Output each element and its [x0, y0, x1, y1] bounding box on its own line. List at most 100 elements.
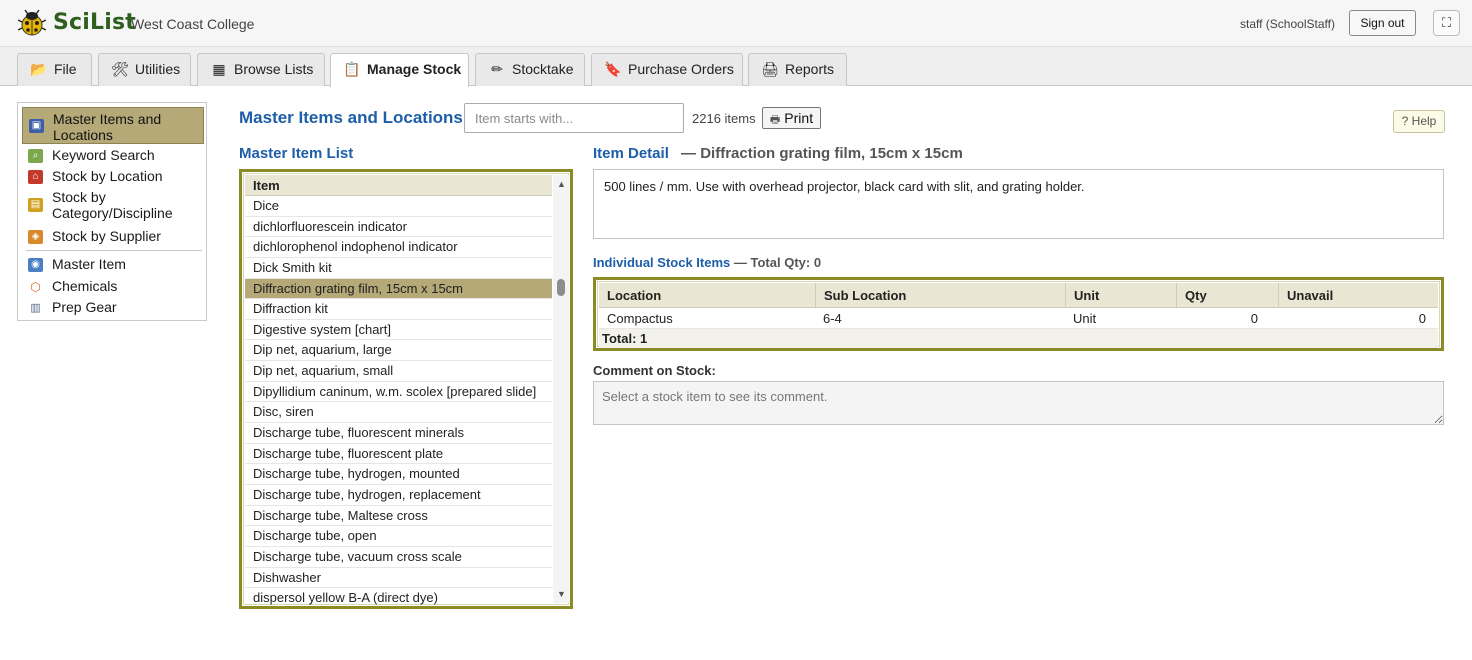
list-item[interactable]: Diffraction grating film, 15cm x 15cm	[245, 278, 552, 300]
stock-items-label[interactable]: Individual Stock Items	[593, 255, 730, 270]
printer-icon: 🖨	[761, 61, 779, 77]
sidebar-item-chemicals[interactable]: ⬡ Chemicals	[22, 277, 204, 295]
tab-label: Browse Lists	[234, 61, 314, 77]
order-icon: 🔖	[604, 61, 622, 77]
item-description: 500 lines / mm. Use with overhead projec…	[593, 169, 1444, 239]
sidebar-item-stock-by-supplier[interactable]: ◈ Stock by Supplier	[22, 227, 204, 245]
cell-unit: Unit	[1073, 311, 1097, 326]
list-item[interactable]: Discharge tube, fluorescent plate	[245, 444, 552, 465]
list-item[interactable]: Disc, siren	[245, 402, 552, 424]
list-item[interactable]: Digestive system [chart]	[245, 320, 552, 341]
sidebar-item-stock-by-category[interactable]: ▤ Stock by Category/Discipline	[22, 188, 204, 224]
column-header-location[interactable]: Location	[599, 283, 815, 308]
list-item[interactable]: dichlorophenol indophenol indicator	[245, 237, 552, 258]
stock-comment-field[interactable]	[593, 381, 1444, 425]
column-header-sub-location[interactable]: Sub Location	[815, 283, 1065, 308]
tab-label: Manage Stock	[367, 61, 462, 77]
tab-file[interactable]: 📂 File	[17, 53, 92, 86]
list-item[interactable]: dispersol yellow B-A (direct dye)	[245, 588, 552, 606]
tab-label: Purchase Orders	[628, 61, 734, 77]
ladybug-logo-icon	[18, 9, 46, 36]
stock-items-table: Location Sub Location Unit Qty Unavail C…	[593, 277, 1444, 351]
category-icon: ▤	[28, 198, 43, 212]
item-detail-heading: Item Detail — Diffraction grating film, …	[593, 145, 963, 162]
list-scrollbar[interactable]: ▲ ▼	[553, 175, 570, 603]
comment-label: Comment on Stock:	[593, 363, 716, 378]
app-name: SciList	[53, 10, 136, 35]
scroll-thumb[interactable]	[557, 279, 565, 296]
tab-purchase-orders[interactable]: 🔖 Purchase Orders	[591, 53, 743, 86]
prep-gear-icon: ▥	[28, 301, 43, 315]
cell-location: Compactus	[607, 311, 673, 326]
list-item[interactable]: Discharge tube, fluorescent minerals	[245, 423, 552, 444]
list-item[interactable]: Discharge tube, hydrogen, replacement	[245, 485, 552, 506]
school-name: West Coast College	[131, 16, 255, 32]
list-item[interactable]: Discharge tube, vacuum cross scale	[245, 547, 552, 568]
tab-label: Stocktake	[512, 61, 574, 77]
main-tabbar: 📂 File 🛠 Utilities ▦ Browse Lists 📋 Manage S…	[0, 47, 1472, 87]
fullscreen-icon[interactable]: ⛶	[1433, 10, 1460, 36]
tab-reports[interactable]: 🖨 Reports	[748, 53, 847, 86]
list-item[interactable]: Dipyllidium caninum, w.m. scolex [prepar…	[245, 382, 552, 403]
list-item[interactable]: Diffraction kit	[245, 299, 552, 320]
clipboard-icon: 📋	[343, 61, 361, 77]
tab-manage-stock[interactable]: 📋 Manage Stock	[330, 53, 469, 87]
sidebar-item-stock-by-location[interactable]: ⌂ Stock by Location	[22, 167, 204, 185]
tab-label: Utilities	[135, 61, 181, 77]
list-item[interactable]: Discharge tube, hydrogen, mounted	[245, 464, 552, 485]
sidebar-item-label: Stock by Location	[52, 168, 163, 184]
cell-unavail: 0	[1418, 311, 1426, 326]
stock-items-heading: Individual Stock Items — Total Qty: 0	[593, 255, 821, 270]
location-icon: ⌂	[28, 170, 43, 184]
print-button[interactable]: 🖶 Print	[762, 107, 821, 129]
list-item[interactable]: Dishwasher	[245, 568, 552, 589]
tab-utilities[interactable]: 🛠 Utilities	[98, 53, 191, 86]
sidebar-item-label: Stock by Category/Discipline	[52, 189, 173, 221]
chemicals-icon: ⬡	[28, 280, 43, 294]
master-list-heading: Master Item List	[239, 145, 354, 162]
tab-label: File	[54, 61, 77, 77]
print-label: Print	[784, 110, 814, 126]
stock-table-footer: Total: 1	[599, 329, 1438, 348]
cell-sub-location: 6-4	[823, 311, 842, 326]
item-detail-label: Item Detail	[593, 145, 669, 162]
list-column-header-item[interactable]: Item	[245, 175, 552, 196]
page-title: Master Items and Locations	[239, 108, 463, 127]
column-header-unavail[interactable]: Unavail	[1278, 283, 1438, 308]
folder-icon: 📂	[30, 61, 48, 77]
supplier-icon: ◈	[28, 230, 43, 244]
sidebar-item-keyword-search[interactable]: ⌕ Keyword Search	[22, 146, 204, 164]
scroll-down-arrow-icon[interactable]: ▼	[553, 586, 570, 602]
table-row[interactable]: Compactus 6-4 Unit 0 0	[599, 308, 1438, 329]
help-button[interactable]: ? Help	[1393, 110, 1445, 133]
list-item[interactable]: Discharge tube, Maltese cross	[245, 506, 552, 527]
scroll-up-arrow-icon[interactable]: ▲	[553, 176, 570, 192]
sign-out-button[interactable]: Sign out	[1349, 10, 1416, 36]
map-icon: ▣	[29, 119, 44, 133]
list-item[interactable]: Dip net, aquarium, large	[245, 340, 552, 362]
sidebar-divider	[26, 250, 202, 251]
item-detail-name: Diffraction grating film, 15cm x 15cm	[700, 145, 963, 162]
sidebar-item-label: Master Items and Locations	[53, 111, 162, 143]
sidebar-item-label: Stock by Supplier	[52, 228, 161, 244]
list-rows: Dice dichlorfluorescein indicator dichloro…	[245, 196, 552, 606]
sidebar-item-prep-gear[interactable]: ▥ Prep Gear	[22, 298, 204, 316]
item-search-input[interactable]	[464, 103, 684, 133]
sidebar-item-label: Prep Gear	[52, 299, 117, 315]
list-item[interactable]: Dick Smith kit	[245, 258, 552, 279]
sidebar-item-label: Master Item	[52, 256, 126, 272]
column-header-qty[interactable]: Qty	[1176, 283, 1278, 308]
table-icon: ▦	[212, 61, 226, 77]
list-item[interactable]: Discharge tube, open	[245, 526, 552, 547]
tab-browse-lists[interactable]: ▦ Browse Lists	[197, 53, 325, 86]
list-item[interactable]: Dice	[245, 196, 552, 217]
tab-stocktake[interactable]: ✏ Stocktake	[475, 53, 585, 86]
sidebar-item-master-item[interactable]: ◉ Master Item	[22, 255, 204, 273]
item-count: 2216 items	[692, 111, 756, 126]
list-item[interactable]: Dip net, aquarium, small	[245, 361, 552, 382]
list-item[interactable]: dichlorfluorescein indicator	[245, 217, 552, 238]
sidebar-item-master-items-locations[interactable]: ▣ Master Items and Locations	[22, 107, 204, 144]
printer-icon: 🖶	[769, 114, 781, 126]
master-item-icon: ◉	[28, 258, 43, 272]
column-header-unit[interactable]: Unit	[1065, 283, 1176, 308]
